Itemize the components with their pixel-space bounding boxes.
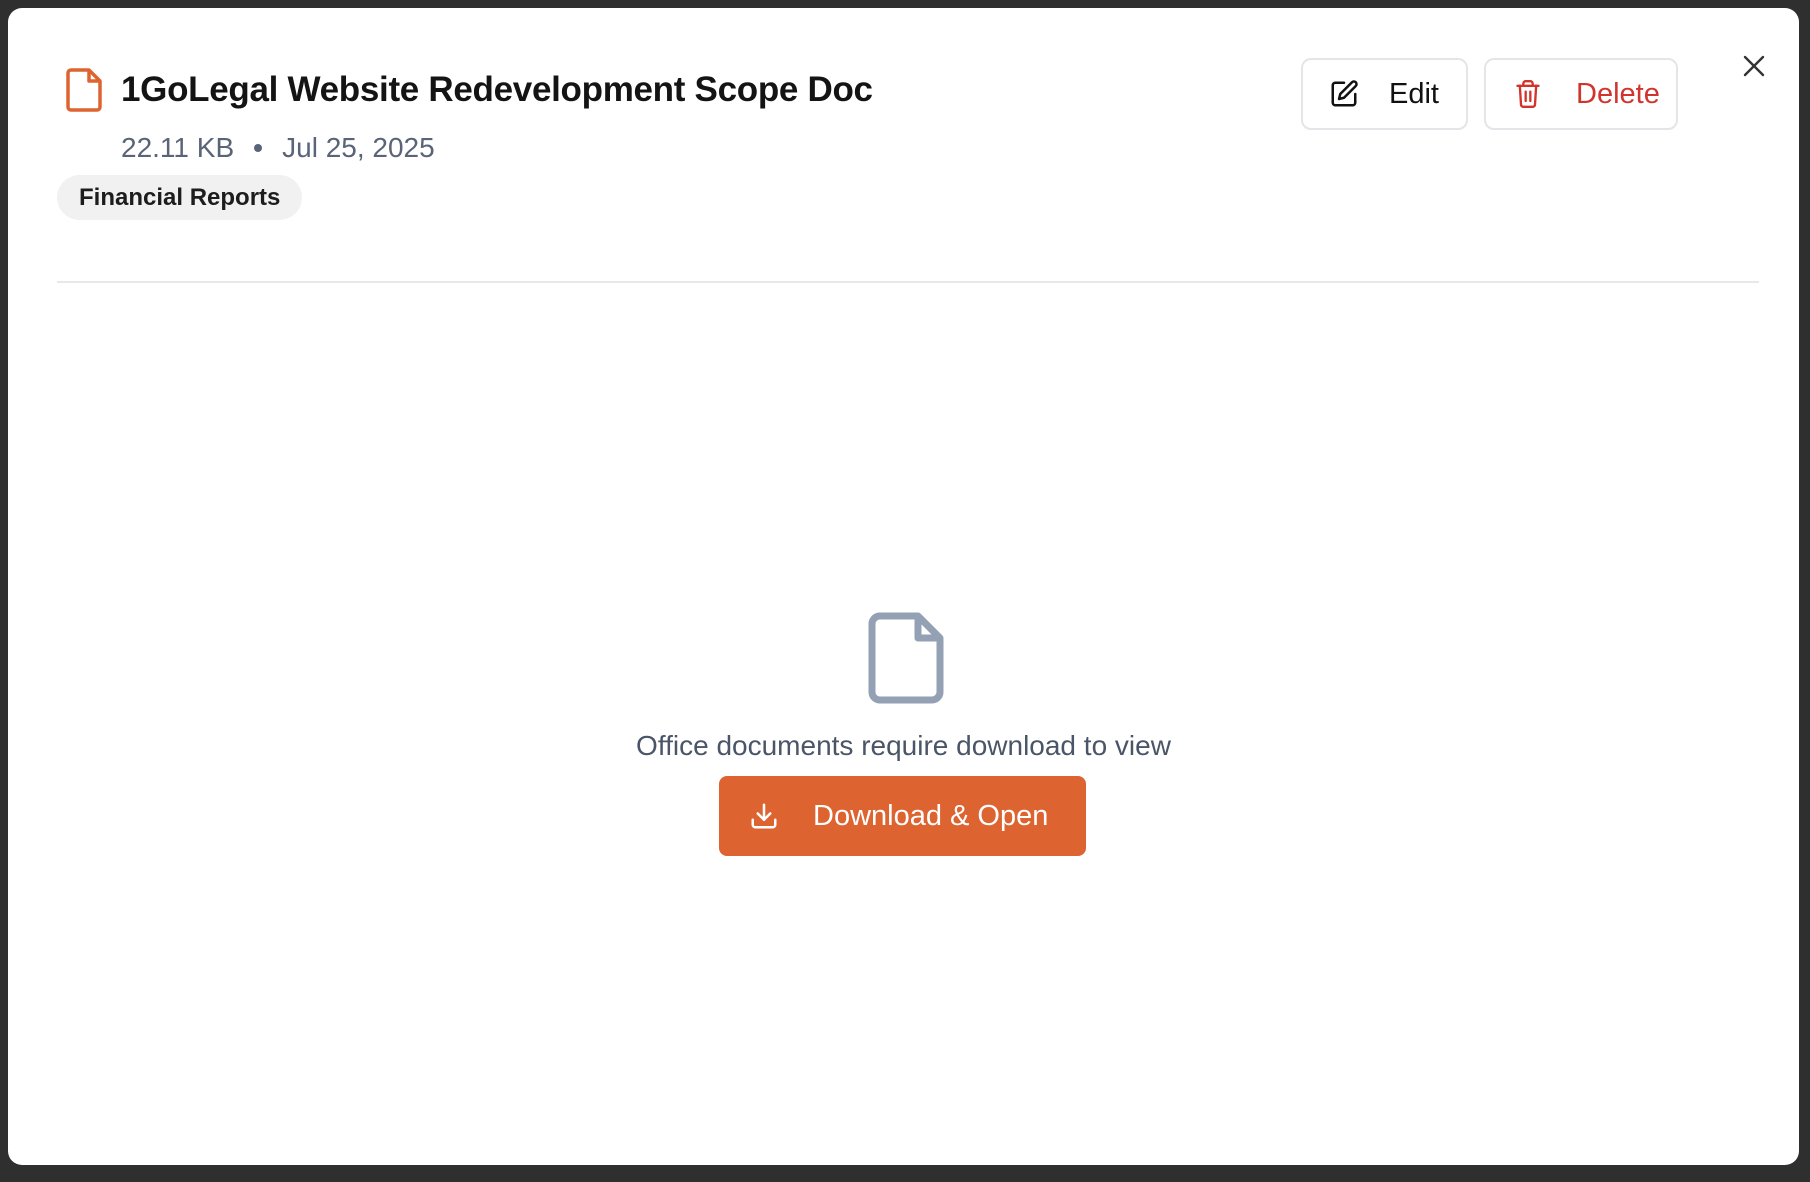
download-icon	[749, 801, 779, 831]
separator-dot	[254, 144, 263, 152]
upload-date: Jul 25, 2025	[282, 132, 435, 163]
download-open-label: Download & Open	[813, 799, 1049, 832]
document-preview-modal: 1GoLegal Website Redevelopment Scope Doc…	[8, 8, 1799, 1165]
file-icon	[868, 612, 944, 704]
file-size: 22.11 KB	[121, 132, 235, 163]
edit-icon	[1329, 79, 1359, 109]
edit-button-label: Edit	[1389, 77, 1439, 110]
document-title: 1GoLegal Website Redevelopment Scope Doc	[121, 70, 873, 109]
download-required-message: Office documents require download to vie…	[636, 730, 1171, 761]
delete-button-label: Delete	[1576, 77, 1660, 110]
header-divider	[57, 281, 1759, 283]
close-icon	[1742, 54, 1766, 78]
file-icon	[66, 68, 102, 112]
trash-icon	[1514, 78, 1542, 110]
delete-button[interactable]: Delete	[1484, 58, 1678, 130]
document-meta: 22.11 KB Jul 25, 2025	[121, 132, 435, 164]
download-open-button[interactable]: Download & Open	[719, 776, 1086, 856]
category-tag[interactable]: Financial Reports	[57, 175, 303, 220]
edit-button[interactable]: Edit	[1301, 58, 1468, 130]
close-button[interactable]	[1736, 48, 1772, 84]
